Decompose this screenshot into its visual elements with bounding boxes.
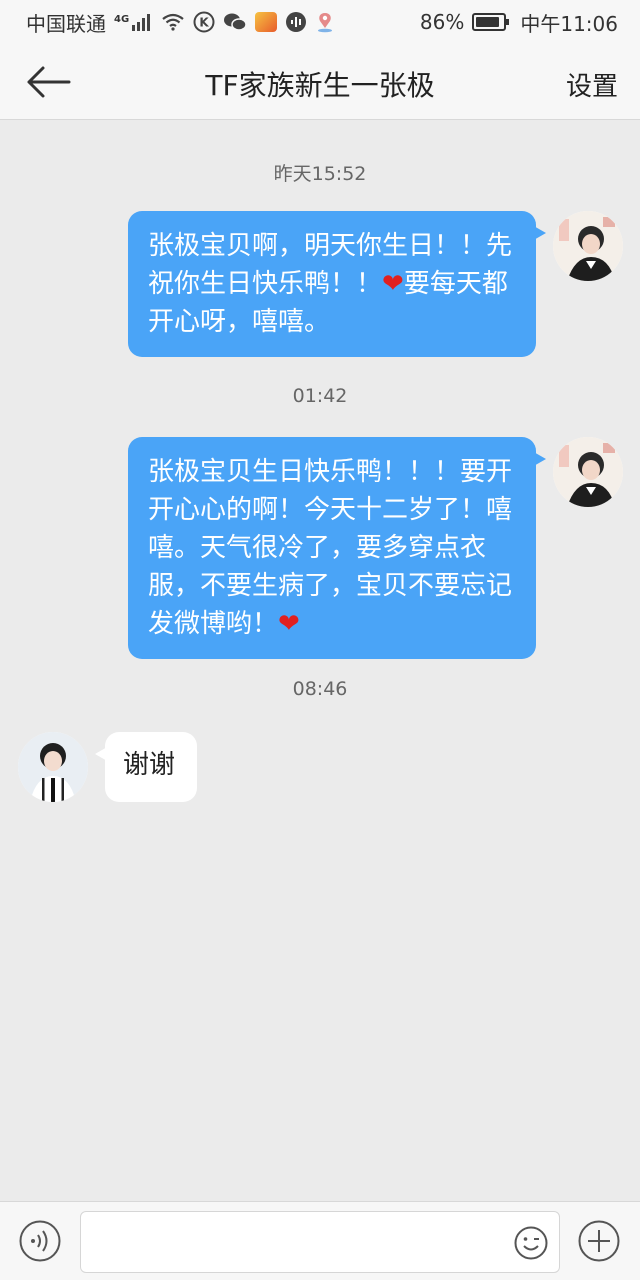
battery-icon: [472, 13, 510, 31]
avatar-image: [553, 211, 623, 281]
outgoing-message[interactable]: 张极宝贝啊，明天你生日！！先祝你生日快乐鸭！！❤要每天都开心呀，嘻嘻。: [128, 211, 546, 357]
outgoing-message[interactable]: 张极宝贝生日快乐鸭！！！要开开心心的啊！今天十二岁了！嘻嘻。天气很冷了，要多穿点…: [128, 437, 546, 659]
voice-button[interactable]: [19, 1220, 61, 1266]
status-bar-left: 中国联通 4G K: [26, 8, 335, 37]
more-button[interactable]: [578, 1220, 620, 1266]
carrier-label: 中国联通: [26, 11, 106, 36]
avatar-image: [18, 732, 88, 802]
page-title: TF家族新生一张极: [205, 69, 435, 102]
chat-area[interactable]: 昨天15:52 张极宝贝啊，明天你生日！！先祝你生日快乐鸭！！❤要每天都开心呀，…: [0, 121, 640, 1201]
clock: 中午11:06: [520, 11, 618, 36]
audio-app-icon: [286, 12, 307, 32]
my-avatar[interactable]: [553, 211, 623, 281]
wechat-icon: [224, 13, 247, 31]
battery-percent: 86%: [419, 10, 465, 34]
message-input[interactable]: [80, 1211, 560, 1273]
incoming-message[interactable]: 谢谢: [95, 732, 197, 802]
heart-emoji-icon: ❤: [382, 269, 404, 299]
message-timestamp: 昨天15:52: [273, 163, 367, 185]
message-timestamp: 08:46: [292, 678, 348, 700]
voice-icon: [19, 1220, 61, 1262]
app-badge-icon: [255, 12, 278, 32]
chat-header: TF家族新生一张极 设置: [0, 44, 640, 120]
my-avatar[interactable]: [553, 437, 623, 507]
message-text: 张极宝贝生日快乐鸭！！！要开开心心的啊！今天十二岁了！嘻嘻。天气很冷了，要多穿点…: [148, 457, 513, 639]
heart-emoji-icon: ❤: [278, 609, 300, 639]
contact-avatar[interactable]: [18, 732, 88, 802]
settings-button[interactable]: 设置: [566, 66, 618, 103]
status-bar: 中国联通 4G K 86% 中午11:06: [0, 0, 640, 44]
plus-icon: [578, 1220, 620, 1262]
svg-text:K: K: [200, 16, 210, 30]
battery-level-fill: [476, 17, 499, 27]
wifi-icon: [162, 13, 184, 31]
k-app-icon: K: [193, 11, 215, 33]
message-text: 谢谢: [123, 750, 176, 780]
message-timestamp: 01:42: [292, 385, 348, 407]
signal-icon: [132, 14, 151, 31]
avatar-image: [553, 437, 623, 507]
location-icon: [318, 13, 333, 33]
emoji-icon: [514, 1226, 548, 1260]
emoji-button[interactable]: [514, 1226, 548, 1264]
input-bar: [0, 1201, 640, 1280]
network-label: 4G: [114, 13, 130, 25]
status-bar-right: 86% 中午11:06: [420, 8, 618, 37]
